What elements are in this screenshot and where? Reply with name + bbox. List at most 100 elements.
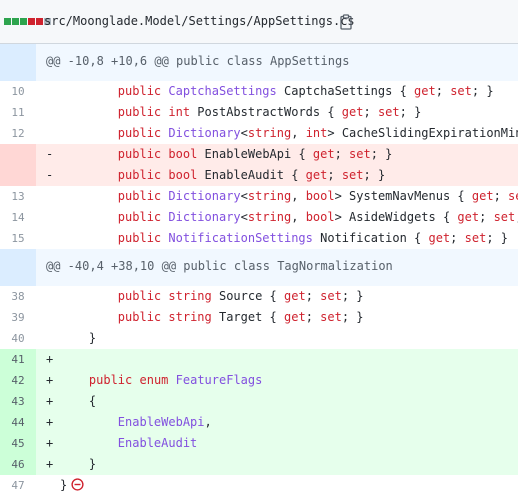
line-number[interactable]: 44 xyxy=(0,412,36,433)
code-text: public bool EnableAudit { get; set; } xyxy=(60,165,385,186)
code-token: set xyxy=(450,84,472,98)
deleted-line: - public bool EnableAudit { get; set; } xyxy=(0,165,518,186)
line-number[interactable]: 38 xyxy=(0,286,36,307)
code-token: CaptchaSettings xyxy=(168,84,277,98)
code-token: public xyxy=(117,147,162,161)
line-number[interactable]: 14 xyxy=(0,207,36,228)
code-token: string xyxy=(247,189,292,203)
code-token: Dictionary xyxy=(168,126,241,140)
hunk-header: @@ -40,4 +38,10 @@ public class TagNorma… xyxy=(0,249,518,286)
code-token: > CacheSlidingExpirationMinutes { xyxy=(327,126,518,140)
code-token: ; } xyxy=(363,168,386,182)
line-number[interactable]: 41 xyxy=(0,349,36,370)
code-text: EnableAudit xyxy=(60,433,197,454)
context-line: 39 public string Target { get; set; } xyxy=(0,307,518,328)
code-token: enum xyxy=(139,373,169,387)
code-token: ; } xyxy=(471,84,494,98)
code-token: public xyxy=(117,105,162,119)
code-token: } xyxy=(60,331,97,345)
line-number[interactable]: 45 xyxy=(0,433,36,454)
code-text: } xyxy=(60,328,96,349)
line-number[interactable]: 39 xyxy=(0,307,36,328)
line-number[interactable] xyxy=(0,144,36,165)
context-line: 14 public Dictionary<string, bool> Aside… xyxy=(0,207,518,228)
code-text: public Dictionary<string, bool> SystemNa… xyxy=(60,186,518,207)
diff-table: @@ -10,8 +10,6 @@ public class AppSettin… xyxy=(0,44,518,496)
diffstat-square xyxy=(28,18,35,25)
code-token: get xyxy=(341,105,364,119)
code-token: ; xyxy=(363,105,378,119)
code-token: get xyxy=(284,310,306,324)
code-token: ; xyxy=(435,84,451,98)
code-token: int xyxy=(168,105,191,119)
line-number[interactable]: 40 xyxy=(0,328,36,349)
line-number[interactable]: 46 xyxy=(0,454,36,475)
code-token: ; } xyxy=(486,231,508,245)
code-token: , xyxy=(204,415,212,429)
code-token: string xyxy=(247,126,292,140)
code-token: public xyxy=(117,84,162,98)
code-text: { xyxy=(60,391,96,412)
code-token: ; } xyxy=(399,105,422,119)
file-path[interactable]: src/Moonglade.Model/Settings/AppSettings… xyxy=(44,14,355,28)
code-token: EnableAudit { xyxy=(197,168,306,182)
line-number[interactable]: 12 xyxy=(0,123,36,144)
code-token: ; xyxy=(493,189,509,203)
code-token: > AsideWidgets { xyxy=(334,210,458,224)
code-token: < xyxy=(240,189,248,203)
hunk-expand-gutter[interactable] xyxy=(0,44,36,81)
code-token: < xyxy=(240,210,248,224)
code-text: public int PostAbstractWords { get; set;… xyxy=(60,102,422,123)
diffstat-square xyxy=(36,18,43,25)
added-line: 45 + EnableAudit xyxy=(0,433,518,454)
line-number[interactable]: 15 xyxy=(0,228,36,249)
line-number[interactable] xyxy=(0,165,36,186)
code-token: set xyxy=(464,231,487,245)
code-token: , xyxy=(291,189,306,203)
line-number[interactable]: 11 xyxy=(0,102,36,123)
added-line: 44 + EnableWebApi, xyxy=(0,412,518,433)
hunk-expand-gutter[interactable] xyxy=(0,249,36,286)
code-token: Target { xyxy=(211,310,284,324)
code-token: public xyxy=(117,189,162,203)
code-token: EnableWebApi xyxy=(117,415,205,429)
code-token: set xyxy=(508,189,518,203)
added-line: 46 + } xyxy=(0,454,518,475)
hunk-header: @@ -10,8 +10,6 @@ public class AppSettin… xyxy=(0,44,518,81)
code-token: NotificationSettings xyxy=(168,231,313,245)
code-token: , xyxy=(291,210,306,224)
diff-sign: + xyxy=(46,436,54,450)
code-text: public Dictionary<string, bool> AsideWid… xyxy=(60,207,518,228)
code-token: , xyxy=(291,126,306,140)
line-number[interactable]: 42 xyxy=(0,370,36,391)
code-token: < xyxy=(240,126,248,140)
no-newline-icon xyxy=(71,478,84,491)
code-token: get xyxy=(305,168,328,182)
code-text: public NotificationSettings Notification… xyxy=(60,228,508,249)
context-line: 15 public NotificationSettings Notificat… xyxy=(0,228,518,249)
diff-sign: + xyxy=(46,373,54,387)
code-token: } xyxy=(60,478,68,492)
clipboard-icon[interactable] xyxy=(339,14,353,30)
diffstat-square xyxy=(12,18,19,25)
code-token: ; xyxy=(305,289,321,303)
line-number[interactable]: 13 xyxy=(0,186,36,207)
code-token: get xyxy=(414,84,436,98)
code-token: set xyxy=(320,289,342,303)
line-number[interactable]: 10 xyxy=(0,81,36,102)
code-token: public xyxy=(117,126,162,140)
code-token: public xyxy=(88,373,133,387)
code-token: public xyxy=(117,310,162,324)
added-line: 42 + public enum FeatureFlags xyxy=(0,370,518,391)
code-token: set xyxy=(377,105,400,119)
line-number[interactable]: 43 xyxy=(0,391,36,412)
